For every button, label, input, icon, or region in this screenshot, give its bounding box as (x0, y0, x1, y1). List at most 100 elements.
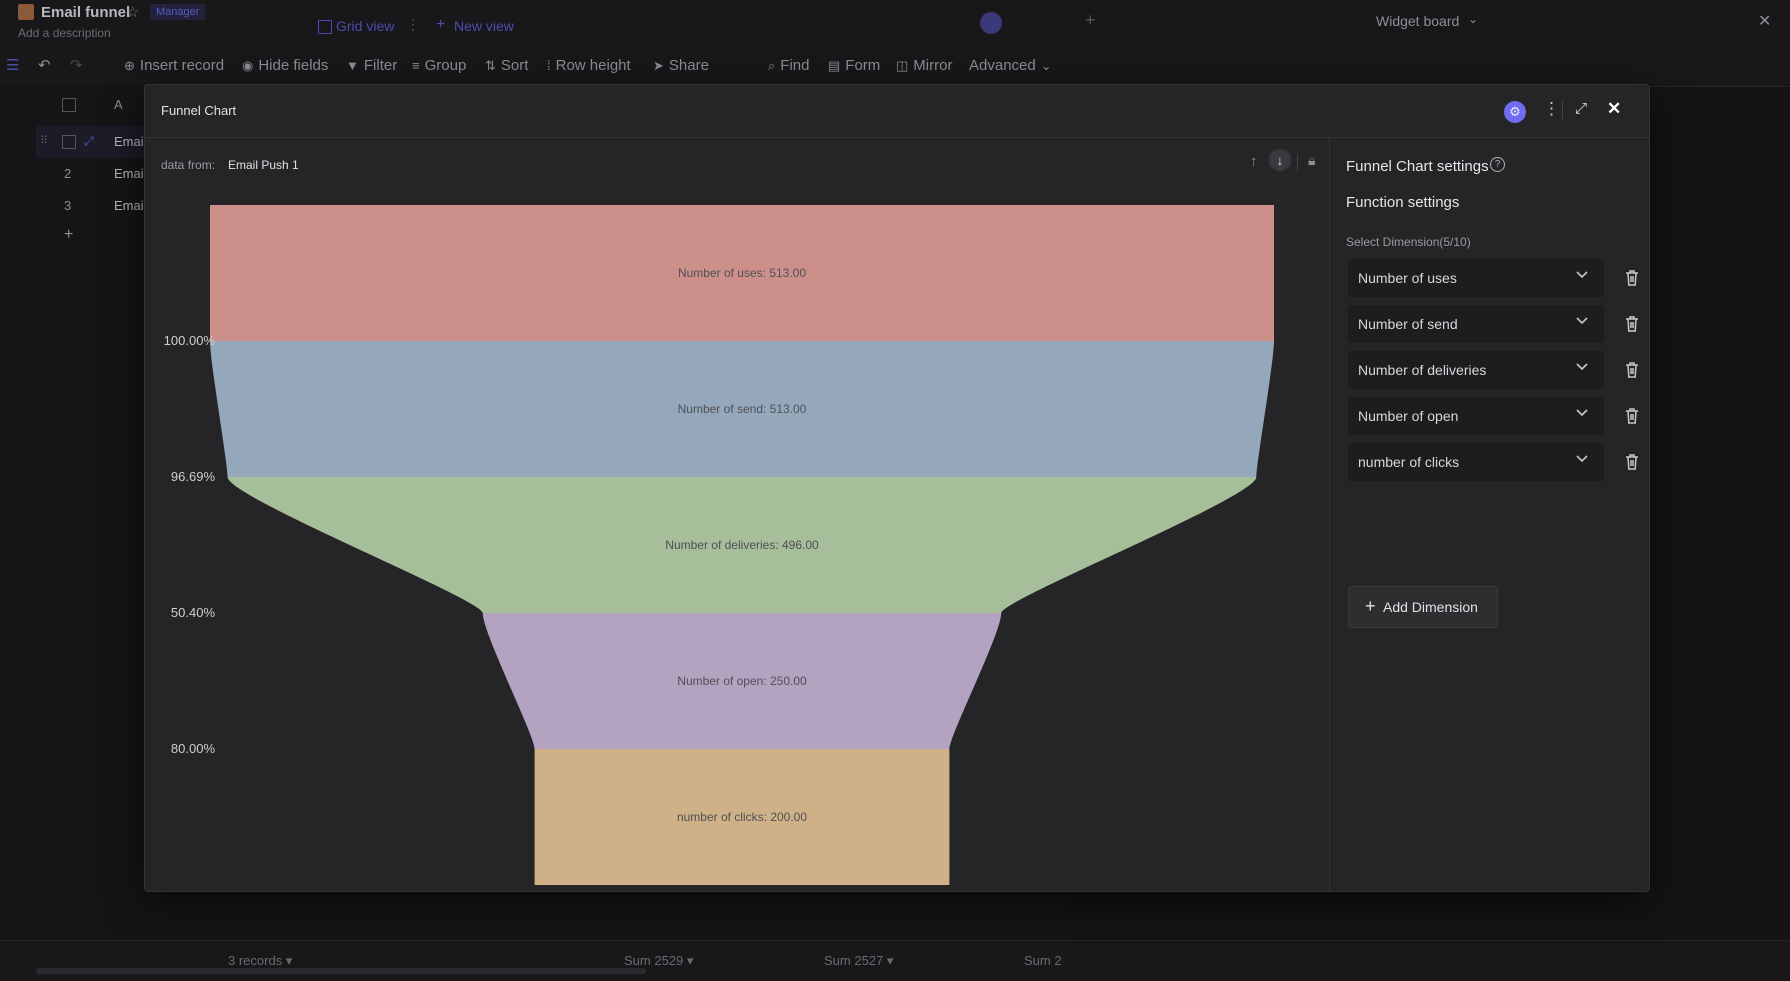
chevron-down-icon (1576, 363, 1588, 371)
close-board-icon[interactable]: ✕ (1758, 11, 1771, 31)
group-button[interactable]: ≡ Group (412, 46, 466, 86)
chevron-down-icon: ⌄ (1040, 58, 1052, 73)
settings-title: Funnel Chart settings (1346, 158, 1489, 175)
funnel-chart: Number of uses: 513.00 Number of send: 51… (210, 205, 1274, 885)
section-title: Function settings (1346, 194, 1460, 211)
row-checkbox[interactable] (62, 135, 76, 149)
close-icon[interactable]: ✕ (1607, 99, 1621, 119)
sum-cell[interactable]: Sum 2529 ▾ (624, 953, 693, 969)
add-dimension-button[interactable]: + Add Dimension (1348, 586, 1498, 628)
dimension-value: Number of send (1358, 316, 1458, 332)
row-number: 3 (64, 198, 72, 213)
share-icon: ➤ (653, 58, 664, 73)
stage-label: Number of uses: 513.00 (678, 266, 806, 280)
mirror-label: Mirror (913, 57, 953, 74)
records-count[interactable]: 3 records ▾ (228, 953, 292, 969)
chevron-down-icon: ⌄ (1468, 12, 1479, 26)
modal-header: Funnel Chart ⚙ ⋮ ⤢ ✕ (145, 85, 1649, 138)
more-options-icon[interactable]: ⋮ (1543, 99, 1560, 119)
chevron-down-icon (1576, 317, 1588, 325)
plus-circle-icon: ⊕ (124, 58, 135, 73)
role-badge: Manager (150, 4, 206, 20)
avatar[interactable] (980, 12, 1002, 34)
stage-label: number of clicks: 200.00 (677, 810, 807, 824)
add-row-button[interactable]: + (64, 226, 73, 244)
view-more-icon[interactable]: ⋮ (406, 16, 420, 33)
stage-label: Number of deliveries: 496.00 (665, 538, 819, 552)
filter-label: Filter (363, 57, 398, 74)
dimension-select[interactable]: Number of open (1348, 397, 1604, 435)
add-dimension-label: Add Dimension (1383, 599, 1478, 615)
cell-name[interactable]: Emai (114, 166, 144, 181)
field-header[interactable]: A (114, 97, 123, 112)
sum-cell[interactable]: Sum 2 (1024, 953, 1062, 968)
dimension-value: Number of open (1358, 408, 1459, 424)
help-icon[interactable]: ? (1490, 157, 1505, 172)
description[interactable]: Add a description (18, 26, 111, 40)
undo-icon[interactable]: ↶ (38, 46, 51, 86)
drag-handle-icon[interactable]: ⠿ (40, 134, 48, 147)
dimension-select[interactable]: Number of send (1348, 305, 1604, 343)
add-widget-icon[interactable]: + (1085, 10, 1096, 31)
new-view-button[interactable]: New view (454, 18, 514, 34)
divider (1297, 155, 1298, 171)
find-button[interactable]: ⌕ Find (768, 46, 809, 86)
summary-bar: 3 records ▾ Sum 2529 ▾ Sum 2527 ▾ Sum 2 (0, 940, 1790, 981)
trash-icon[interactable] (1624, 407, 1640, 425)
insert-record-button[interactable]: ⊕ Insert record (124, 46, 224, 86)
trash-icon[interactable] (1624, 269, 1640, 287)
mirror-button[interactable]: ◫ Mirror (896, 46, 952, 86)
sum-cell[interactable]: Sum 2527 ▾ (824, 953, 893, 969)
toolbar: ☰ ↶ ↷ ⊕ Insert record ◉ Hide fields ▼ Filte… (0, 46, 1790, 87)
row-height-button[interactable]: ⁞ Row height (547, 46, 631, 86)
share-button[interactable]: ➤ Share (653, 46, 709, 86)
horizontal-scrollbar[interactable] (36, 968, 646, 974)
top-bar: Email funnel ☆ Manager Add a description… (0, 0, 1790, 47)
form-button[interactable]: ▤ Form (828, 46, 880, 86)
conversion-rate-label: 100.00% (163, 333, 215, 348)
chevron-down-icon (1576, 455, 1588, 463)
chevron-down-icon (1576, 409, 1588, 417)
lock-icon[interactable]: 🔒︎ (1308, 152, 1315, 169)
filter-button[interactable]: ▼ Filter (346, 46, 397, 86)
form-icon: ▤ (828, 58, 841, 73)
trash-icon[interactable] (1624, 315, 1640, 333)
modal-title: Funnel Chart (161, 103, 237, 118)
cell-name[interactable]: Emai (114, 134, 144, 149)
data-source-label: data from: (161, 158, 216, 172)
star-icon[interactable]: ☆ (126, 3, 139, 21)
widget-board-button[interactable]: Widget board (1376, 13, 1459, 29)
conversion-rate-label: 96.69% (170, 469, 215, 484)
data-source-value[interactable]: Email Push 1 (228, 158, 299, 172)
sort-button[interactable]: ⇅ Sort (485, 46, 528, 86)
tab-grid-view[interactable]: Grid view (336, 18, 394, 34)
row-number: 2 (64, 166, 72, 181)
trash-icon[interactable] (1624, 453, 1640, 471)
sort-descending-icon[interactable]: ↓ (1269, 149, 1291, 171)
divider (1562, 101, 1563, 119)
search-icon: ⌕ (768, 58, 776, 73)
select-all-checkbox[interactable] (62, 98, 76, 112)
redo-icon[interactable]: ↷ (70, 46, 83, 86)
cell-name[interactable]: Emai (114, 198, 144, 213)
stage-label: Number of open: 250.00 (677, 674, 807, 688)
plus-icon: + (436, 16, 446, 33)
dimension-select[interactable]: Number of uses (1348, 259, 1604, 297)
sidebar-toggle-icon[interactable]: ☰ (6, 46, 19, 86)
expand-row-icon[interactable]: ⤢ (84, 134, 94, 149)
dimension-select[interactable]: number of clicks (1348, 443, 1604, 481)
expand-icon[interactable]: ⤢ (1575, 100, 1587, 117)
hide-fields-label: Hide fields (258, 57, 329, 74)
sort-label: Sort (500, 57, 529, 74)
conversion-rate-label: 50.40% (170, 605, 215, 620)
dimension-count-label: Select Dimension(5/10) (1346, 235, 1471, 249)
sort-ascending-icon[interactable]: ↑ (1250, 153, 1258, 170)
advanced-button[interactable]: Advanced ⌄ (969, 46, 1057, 86)
settings-gear-icon[interactable]: ⚙ (1504, 101, 1526, 123)
hide-fields-button[interactable]: ◉ Hide fields (242, 46, 328, 86)
dimension-select[interactable]: Number of deliveries (1348, 351, 1604, 389)
group-label: Group (424, 57, 467, 74)
filter-icon: ▼ (346, 58, 359, 73)
base-title[interactable]: Email funnel (41, 4, 130, 21)
trash-icon[interactable] (1624, 361, 1640, 379)
